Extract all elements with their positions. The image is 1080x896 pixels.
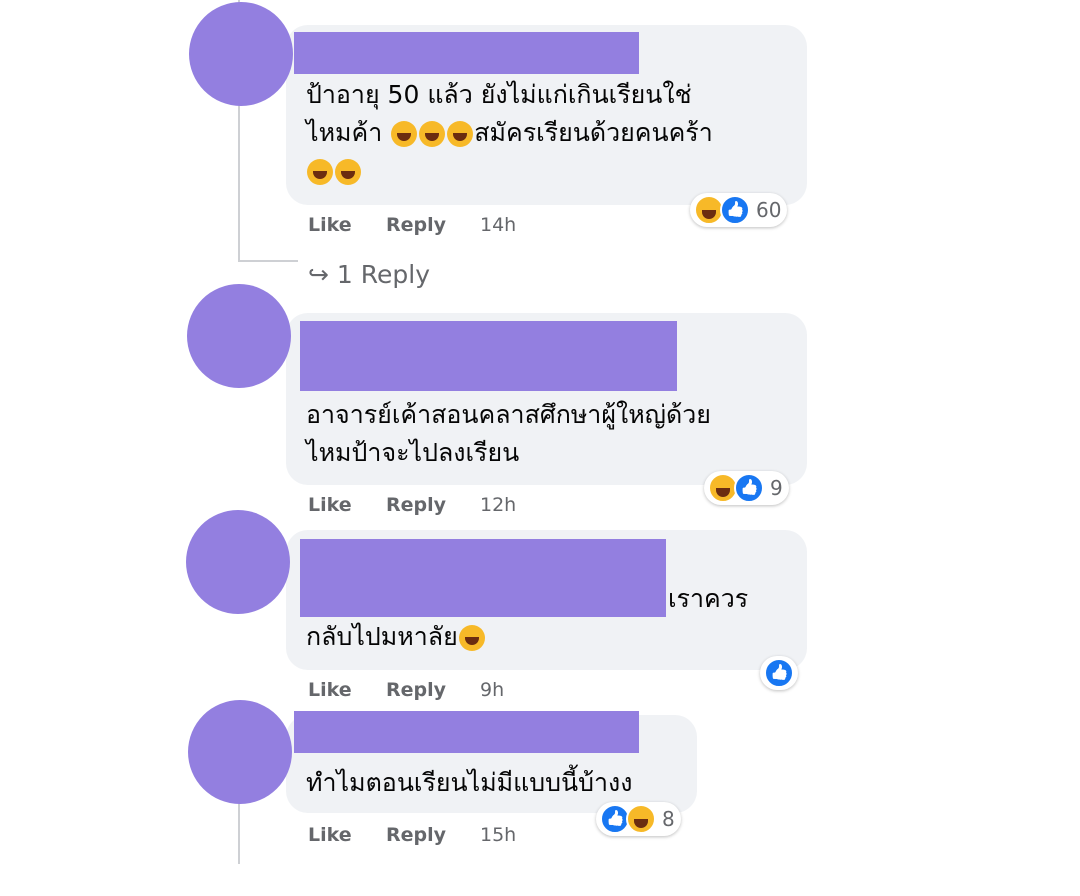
reaction-count: 60 [756,198,782,222]
laughing-emoji-icon [307,159,333,185]
view-replies-link[interactable]: ↪ 1 Reply [308,260,430,289]
comment-text-line [306,152,362,189]
reaction-count: 9 [770,476,783,500]
comment-text-fragment: กลับไปมหาลัย [306,622,458,651]
avatar[interactable] [189,2,293,106]
redacted-author-name [294,711,639,753]
reply-button[interactable]: Reply [386,679,446,701]
comment-text-line: อาจารย์เค้าสอนคลาสศึกษาผู้ใหญ่ด้วย [306,400,711,429]
reply-button[interactable]: Reply [386,494,446,516]
reaction-count: 8 [662,807,675,831]
comment-text-line: ไหมป้าจะไปลงเรียน [306,438,520,467]
avatar[interactable] [188,700,292,804]
comment-text-line: เราควร [668,584,749,613]
redacted-author-name [300,539,666,617]
comment-text-fragment: ไหมค้า [306,118,383,147]
comment-timestamp[interactable]: 15h [480,824,516,846]
haha-icon [626,804,656,834]
comment-text-fragment: สมัครเรียนด้วยคนคร้า [474,118,713,147]
comment-text-line: กลับไปมหาลัย [306,618,486,655]
like-icon [720,195,750,225]
like-button[interactable]: Like [308,824,352,846]
comment-timestamp[interactable]: 14h [480,214,516,236]
reactions-summary[interactable]: 8 [596,802,681,836]
like-icon [734,473,764,503]
like-button[interactable]: Like [308,679,352,701]
like-icon [764,658,794,688]
comment-text-line: ไหมค้า สมัครเรียนด้วยคนคร้า [306,114,713,151]
rolling-laughing-emoji-icon [419,121,446,147]
like-button[interactable]: Like [308,494,352,516]
comment-timestamp[interactable]: 9h [480,679,504,701]
reactions-summary[interactable] [760,656,798,690]
comment-text-line: ป้าอายุ 50 แล้ว ยังไม่แก่เกินเรียนใช่ [306,80,692,109]
grinning-emoji-icon [458,625,485,651]
avatar[interactable] [186,510,290,614]
reactions-summary[interactable]: 9 [704,471,789,505]
avatar[interactable] [187,284,291,388]
rolling-laughing-emoji-icon [391,121,418,147]
reply-button[interactable]: Reply [386,214,446,236]
comment-timestamp[interactable]: 12h [480,494,516,516]
thread-line [238,260,298,262]
reply-button[interactable]: Reply [386,824,446,846]
redacted-author-name [300,321,677,391]
like-button[interactable]: Like [308,214,352,236]
redacted-author-name [294,32,639,74]
laughing-emoji-icon [335,159,361,185]
comment-text-line: ทำไมตอนเรียนไม่มีแบบนี้บ้างง [306,768,633,797]
reactions-summary[interactable]: 60 [690,193,788,227]
rolling-laughing-emoji-icon [447,121,474,147]
